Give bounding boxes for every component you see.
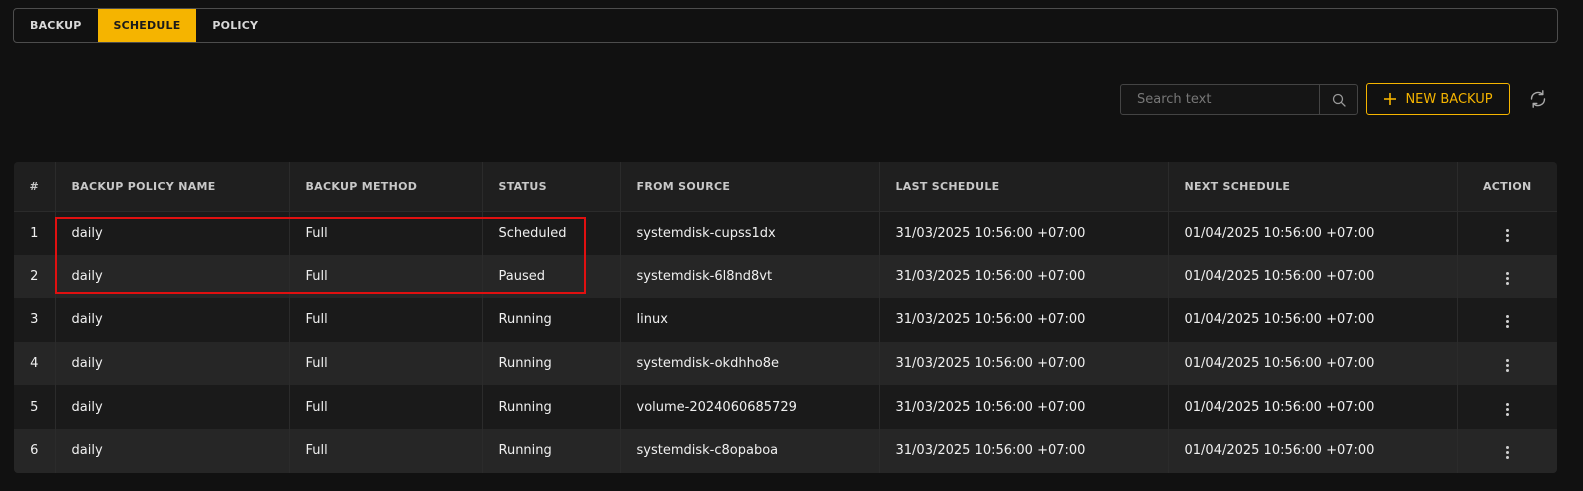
search-box [1120,84,1358,115]
col-header-action: ACTION [1457,162,1557,212]
status: Running [482,341,621,386]
col-header-backup-method[interactable]: BACKUP METHOD [289,162,483,212]
last-schedule: 31/03/2025 10:56:00 +07:00 [879,211,1169,255]
col-header-index: # [14,162,56,212]
policy-name: daily [55,385,290,429]
tab-bar: BACKUP SCHEDULE POLICY [13,8,1558,43]
next-schedule: 01/04/2025 10:56:00 +07:00 [1168,254,1458,299]
refresh-icon [1530,90,1546,108]
plus-icon [1384,93,1397,105]
next-schedule: 01/04/2025 10:56:00 +07:00 [1168,211,1458,255]
tab-backup[interactable]: BACKUP [14,9,98,42]
last-schedule: 31/03/2025 10:56:00 +07:00 [879,341,1169,386]
from-source: systemdisk-6l8nd8vt [620,254,880,299]
table-row[interactable]: 4 daily Full Running systemdisk-okdhho8e… [14,341,1557,386]
status: Running [482,298,621,342]
more-vertical-icon[interactable] [1500,355,1515,376]
next-schedule: 01/04/2025 10:56:00 +07:00 [1168,385,1458,429]
col-header-status[interactable]: STATUS [482,162,621,212]
search-icon [1332,93,1346,107]
from-source: systemdisk-okdhho8e [620,341,880,386]
from-source: systemdisk-c8opaboa [620,428,880,473]
col-header-last-schedule[interactable]: LAST SCHEDULE [879,162,1169,212]
more-vertical-icon[interactable] [1500,268,1515,289]
policy-name: daily [55,254,290,299]
tab-policy[interactable]: POLICY [196,9,274,42]
table-row[interactable]: 1 daily Full Scheduled systemdisk-cupss1… [14,211,1557,255]
last-schedule: 31/03/2025 10:56:00 +07:00 [879,298,1169,342]
next-schedule: 01/04/2025 10:56:00 +07:00 [1168,341,1458,386]
from-source: linux [620,298,880,342]
action-cell [1457,211,1557,255]
action-cell [1457,385,1557,429]
col-header-policy-name[interactable]: BACKUP POLICY NAME [55,162,290,212]
more-vertical-icon[interactable] [1500,442,1515,463]
table-header-row: # BACKUP POLICY NAME BACKUP METHOD STATU… [14,162,1557,212]
row-index: 3 [14,298,56,342]
action-cell [1457,298,1557,342]
table-row[interactable]: 2 daily Full Paused systemdisk-6l8nd8vt … [14,254,1557,299]
backup-method: Full [289,211,483,255]
more-vertical-icon[interactable] [1500,399,1515,420]
new-backup-label: NEW BACKUP [1405,91,1493,107]
more-vertical-icon[interactable] [1500,225,1515,246]
last-schedule: 31/03/2025 10:56:00 +07:00 [879,385,1169,429]
col-header-from-source[interactable]: FROM SOURCE [620,162,880,212]
new-backup-button[interactable]: NEW BACKUP [1366,83,1510,115]
action-cell [1457,429,1557,473]
action-cell [1457,255,1557,299]
backup-method: Full [289,385,483,429]
row-index: 6 [14,428,56,473]
backup-method: Full [289,341,483,386]
last-schedule: 31/03/2025 10:56:00 +07:00 [879,254,1169,299]
row-index: 2 [14,254,56,299]
last-schedule: 31/03/2025 10:56:00 +07:00 [879,428,1169,473]
status: Paused [482,254,621,299]
table-row[interactable]: 6 daily Full Running systemdisk-c8opaboa… [14,428,1557,473]
policy-name: daily [55,341,290,386]
backup-method: Full [289,428,483,473]
schedule-table-container: # BACKUP POLICY NAME BACKUP METHOD STATU… [14,162,1557,473]
next-schedule: 01/04/2025 10:56:00 +07:00 [1168,298,1458,342]
more-vertical-icon[interactable] [1500,311,1515,332]
row-index: 5 [14,385,56,429]
refresh-button[interactable] [1527,88,1549,110]
search-input[interactable] [1121,85,1319,114]
row-index: 4 [14,341,56,386]
policy-name: daily [55,428,290,473]
status: Scheduled [482,211,621,255]
action-cell [1457,342,1557,386]
policy-name: daily [55,211,290,255]
backup-method: Full [289,254,483,299]
next-schedule: 01/04/2025 10:56:00 +07:00 [1168,428,1458,473]
search-button[interactable] [1319,85,1357,114]
col-header-next-schedule[interactable]: NEXT SCHEDULE [1168,162,1458,212]
from-source: systemdisk-cupss1dx [620,211,880,255]
status: Running [482,385,621,429]
policy-name: daily [55,298,290,342]
from-source: volume-2024060685729 [620,385,880,429]
table-row[interactable]: 5 daily Full Running volume-202406068572… [14,385,1557,429]
table-row[interactable]: 3 daily Full Running linux 31/03/2025 10… [14,298,1557,342]
status: Running [482,428,621,473]
schedule-table: # BACKUP POLICY NAME BACKUP METHOD STATU… [14,162,1557,473]
tab-schedule[interactable]: SCHEDULE [97,9,197,42]
row-index: 1 [14,211,56,255]
backup-method: Full [289,298,483,342]
